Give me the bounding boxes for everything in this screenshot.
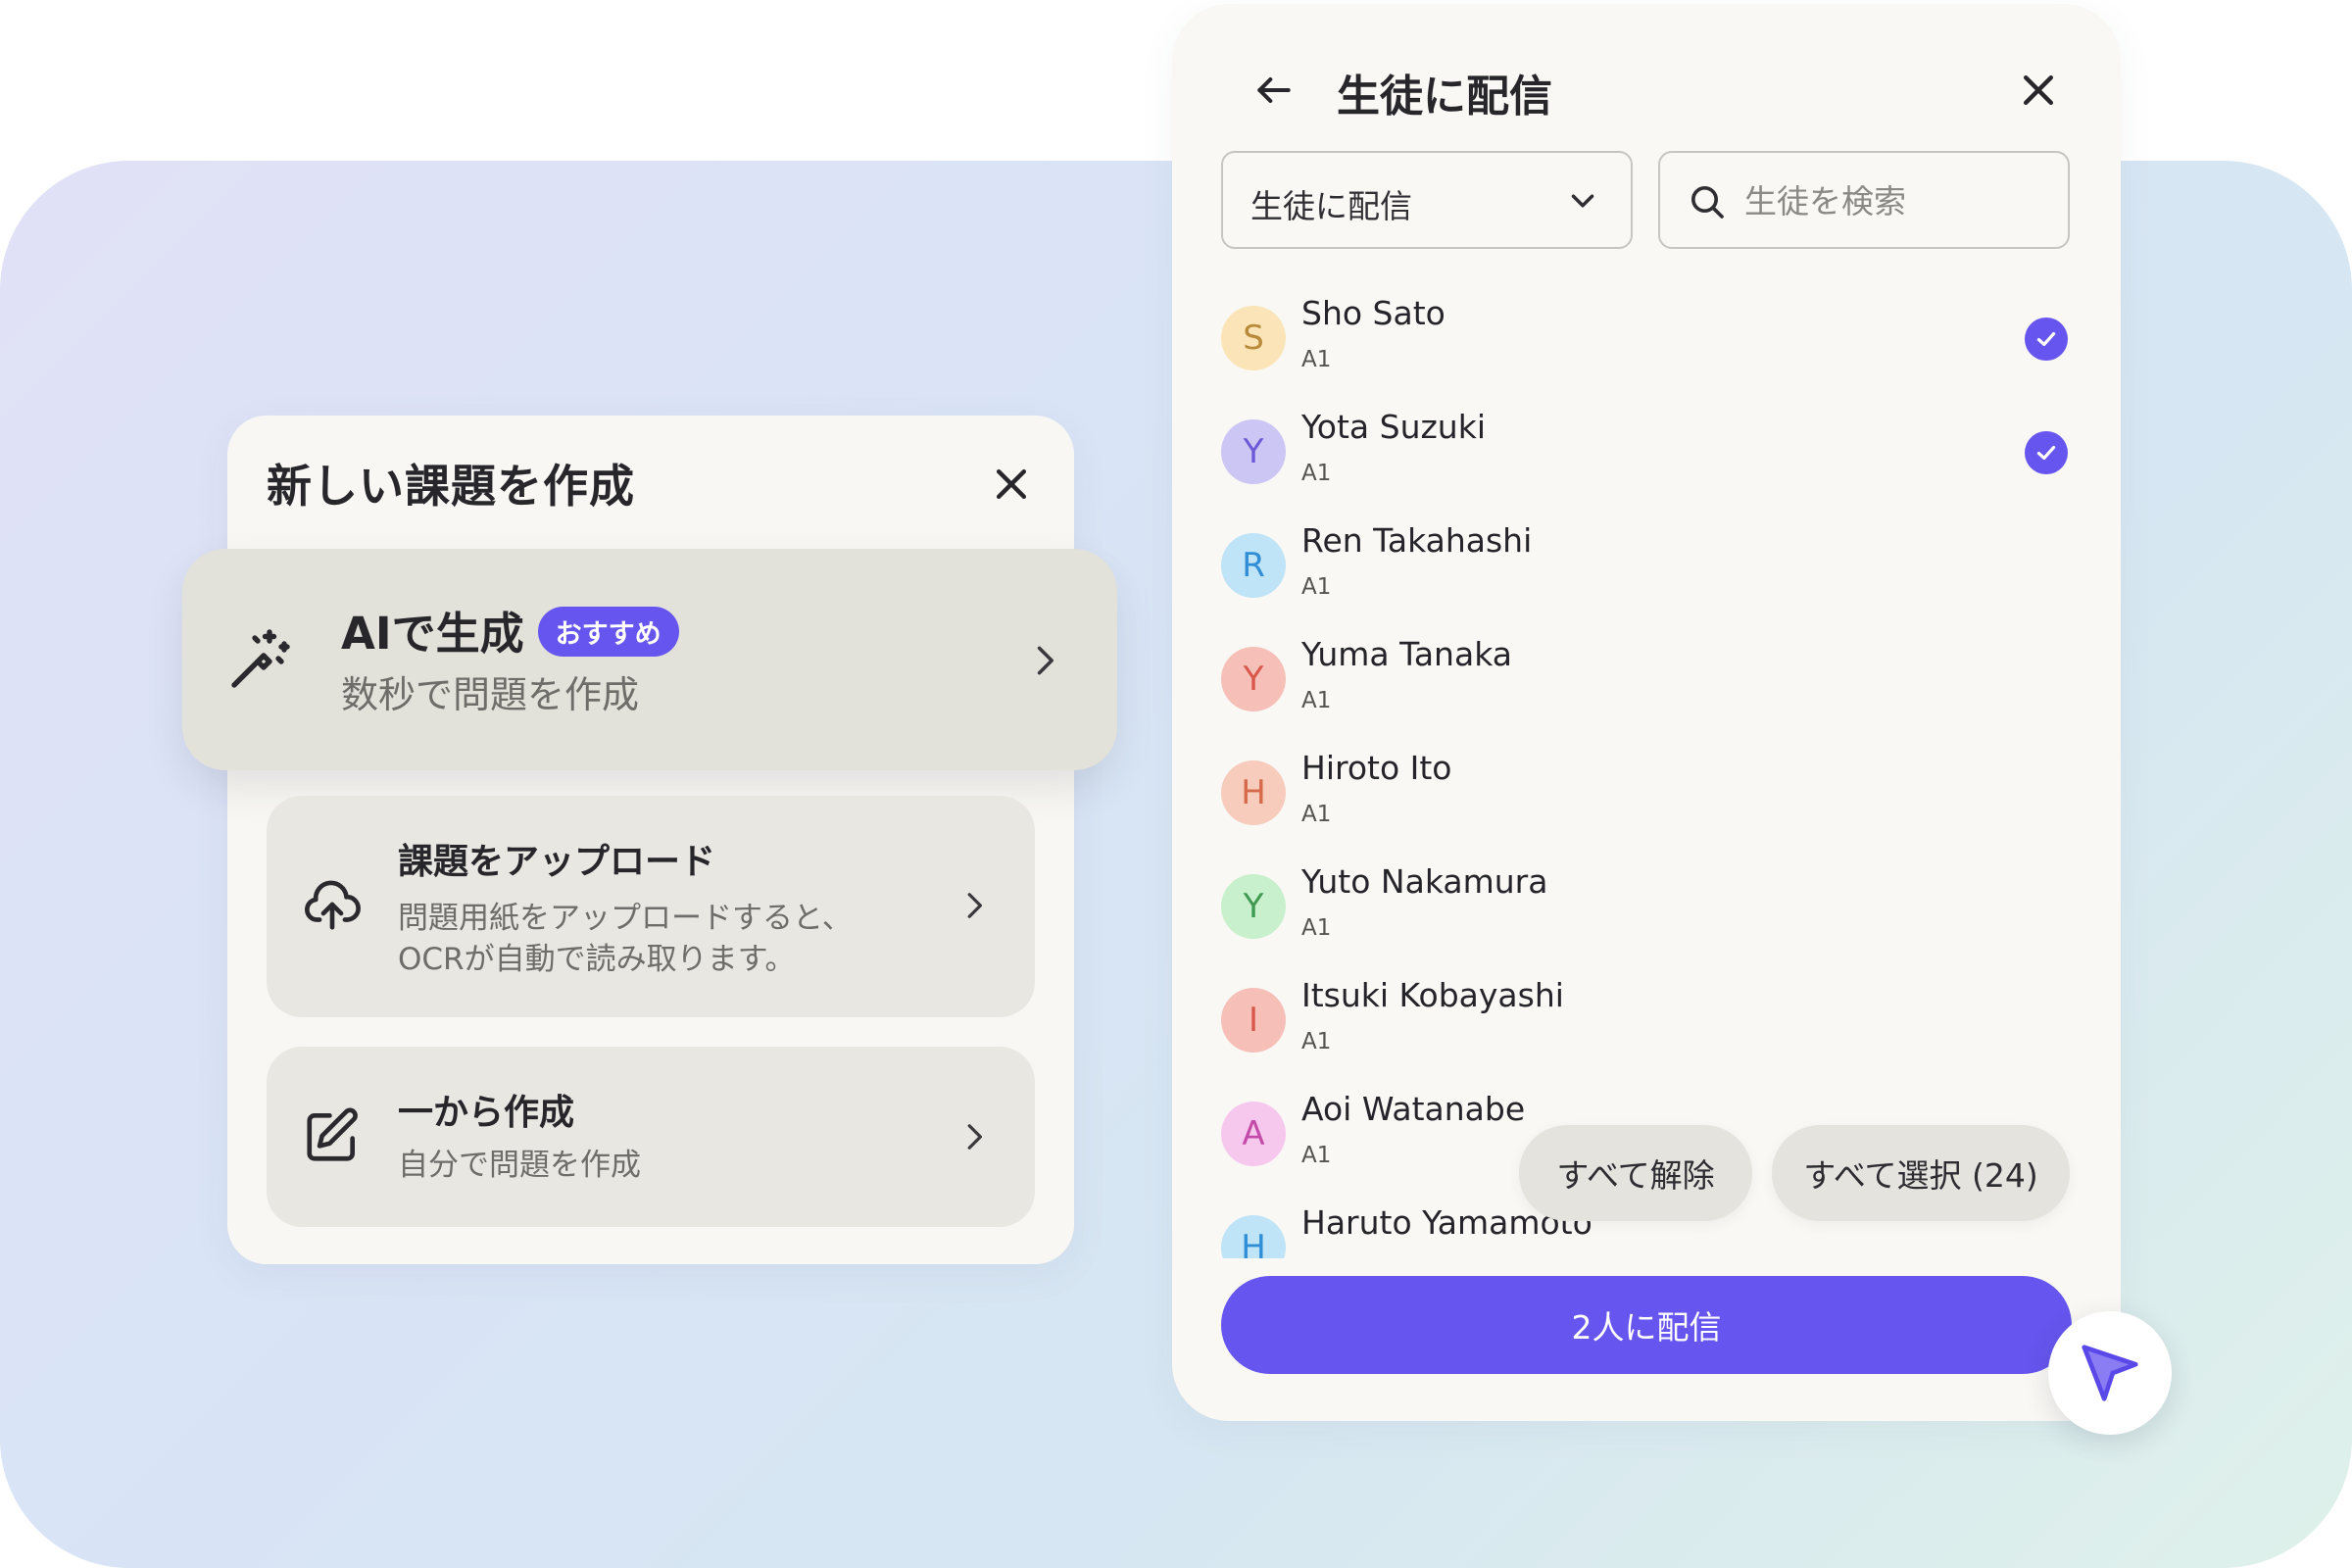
option-subtitle: 自分で問題を作成 (398, 1148, 641, 1183)
cloud-upload-icon (302, 874, 363, 935)
student-class: A1 (1301, 1143, 1332, 1168)
close-panel-button[interactable] (2007, 59, 2070, 122)
recommended-badge: おすすめ (537, 606, 679, 657)
avatar: H (1221, 1215, 1286, 1258)
arrow-left-icon (1257, 76, 1291, 104)
option-subtitle: 数秒で問題を作成 (341, 673, 640, 716)
student-name: Yuma Tanaka (1301, 635, 1512, 673)
send-cursor-bubble (2048, 1311, 2172, 1435)
stage: 新しい課題を作成 AIで生成 おすすめ 数秒で問題を作成 課題をアップロード 問題… (0, 0, 2352, 1568)
student-list: S Sho Sato A1 Y Yota Suzuki A1 R Ren Takahashi A… (1221, 288, 2074, 1258)
send-cursor-icon (2082, 1345, 2138, 1401)
back-button[interactable] (1243, 59, 1305, 122)
selected-check-icon[interactable] (2025, 318, 2068, 361)
edit-icon (302, 1105, 363, 1166)
deselect-all-button[interactable]: すべて解除 (1519, 1125, 1752, 1221)
distribution-target-select[interactable]: 生徒に配信 (1221, 151, 1633, 249)
student-class: A1 (1301, 461, 1332, 486)
option-subtitle-line1: 問題用紙をアップロードすると、 (398, 901, 853, 936)
avatar: Y (1221, 419, 1286, 484)
chevron-right-icon (955, 1117, 994, 1156)
avatar: S (1221, 306, 1286, 370)
option-create-from-scratch[interactable]: 一から作成 自分で問題を作成 (267, 1047, 1035, 1227)
option-title: 課題をアップロード (398, 842, 716, 882)
student-row[interactable]: Y Yuma Tanaka A1 (1221, 629, 2074, 743)
student-name: Ren Takahashi (1301, 521, 1533, 560)
option-ai-generate[interactable]: AIで生成 おすすめ 数秒で問題を作成 (182, 549, 1117, 770)
avatar: Y (1221, 874, 1286, 939)
student-name: Yota Suzuki (1301, 408, 1486, 446)
student-search (1658, 151, 2070, 249)
student-name: Itsuki Kobayashi (1301, 976, 1564, 1014)
magic-wand-icon (225, 623, 296, 694)
student-class: A1 (1301, 688, 1332, 713)
avatar: Y (1221, 647, 1286, 711)
student-class: A1 (1301, 347, 1332, 372)
dropdown-value: 生徒に配信 (1250, 187, 1412, 225)
chevron-right-icon (955, 886, 994, 925)
close-icon (2023, 74, 2054, 106)
option-upload[interactable]: 課題をアップロード 問題用紙をアップロードすると、 OCRが自動で読み取ります。 (267, 796, 1035, 1017)
student-row[interactable]: H Hiroto Ito A1 (1221, 743, 2074, 857)
close-dialog-button[interactable] (982, 455, 1041, 514)
search-input[interactable] (1744, 172, 2048, 229)
avatar: H (1221, 760, 1286, 825)
student-row[interactable]: Y Yota Suzuki A1 (1221, 402, 2074, 515)
student-name: Sho Sato (1301, 294, 1446, 332)
student-row[interactable]: R Ren Takahashi A1 (1221, 515, 2074, 629)
student-name: Yuto Nakamura (1301, 862, 1548, 901)
student-class: A1 (1301, 802, 1332, 827)
student-name: Aoi Watanabe (1301, 1090, 1526, 1128)
student-class: A1 (1301, 1029, 1332, 1054)
send-button[interactable]: 2人に配信 (1221, 1276, 2072, 1374)
selected-check-icon[interactable] (2025, 431, 2068, 474)
student-class: A1 (1301, 574, 1332, 600)
avatar: A (1221, 1102, 1286, 1166)
student-name: Hiroto Ito (1301, 749, 1452, 787)
student-row[interactable]: I Itsuki Kobayashi A1 (1221, 970, 2074, 1084)
avatar: I (1221, 988, 1286, 1053)
chevron-right-icon (1025, 641, 1064, 680)
option-title: AIで生成 おすすめ (341, 598, 679, 662)
option-title: 一から作成 (398, 1093, 575, 1133)
student-class: A1 (1301, 915, 1332, 941)
student-row[interactable]: Y Yuto Nakamura A1 (1221, 857, 2074, 970)
chevron-down-icon (1564, 182, 1601, 223)
panel-title: 生徒に配信 (1337, 72, 1552, 122)
option-subtitle-line2: OCRが自動で読み取ります。 (398, 942, 796, 977)
select-all-button[interactable]: すべて選択 (24) (1772, 1125, 2070, 1221)
close-icon (996, 468, 1027, 500)
search-icon (1688, 182, 1727, 225)
option-title-text: AIで生成 (341, 608, 524, 660)
student-class: A1 (1301, 1256, 1331, 1258)
student-row[interactable]: S Sho Sato A1 (1221, 288, 2074, 402)
dialog-title: 新しい課題を作成 (267, 460, 635, 513)
avatar: R (1221, 533, 1286, 598)
distribute-to-students-panel: 生徒に配信 生徒に配信 S Sho Sato A1 Y Yota Suzuki A1 R Re… (1172, 4, 2121, 1421)
